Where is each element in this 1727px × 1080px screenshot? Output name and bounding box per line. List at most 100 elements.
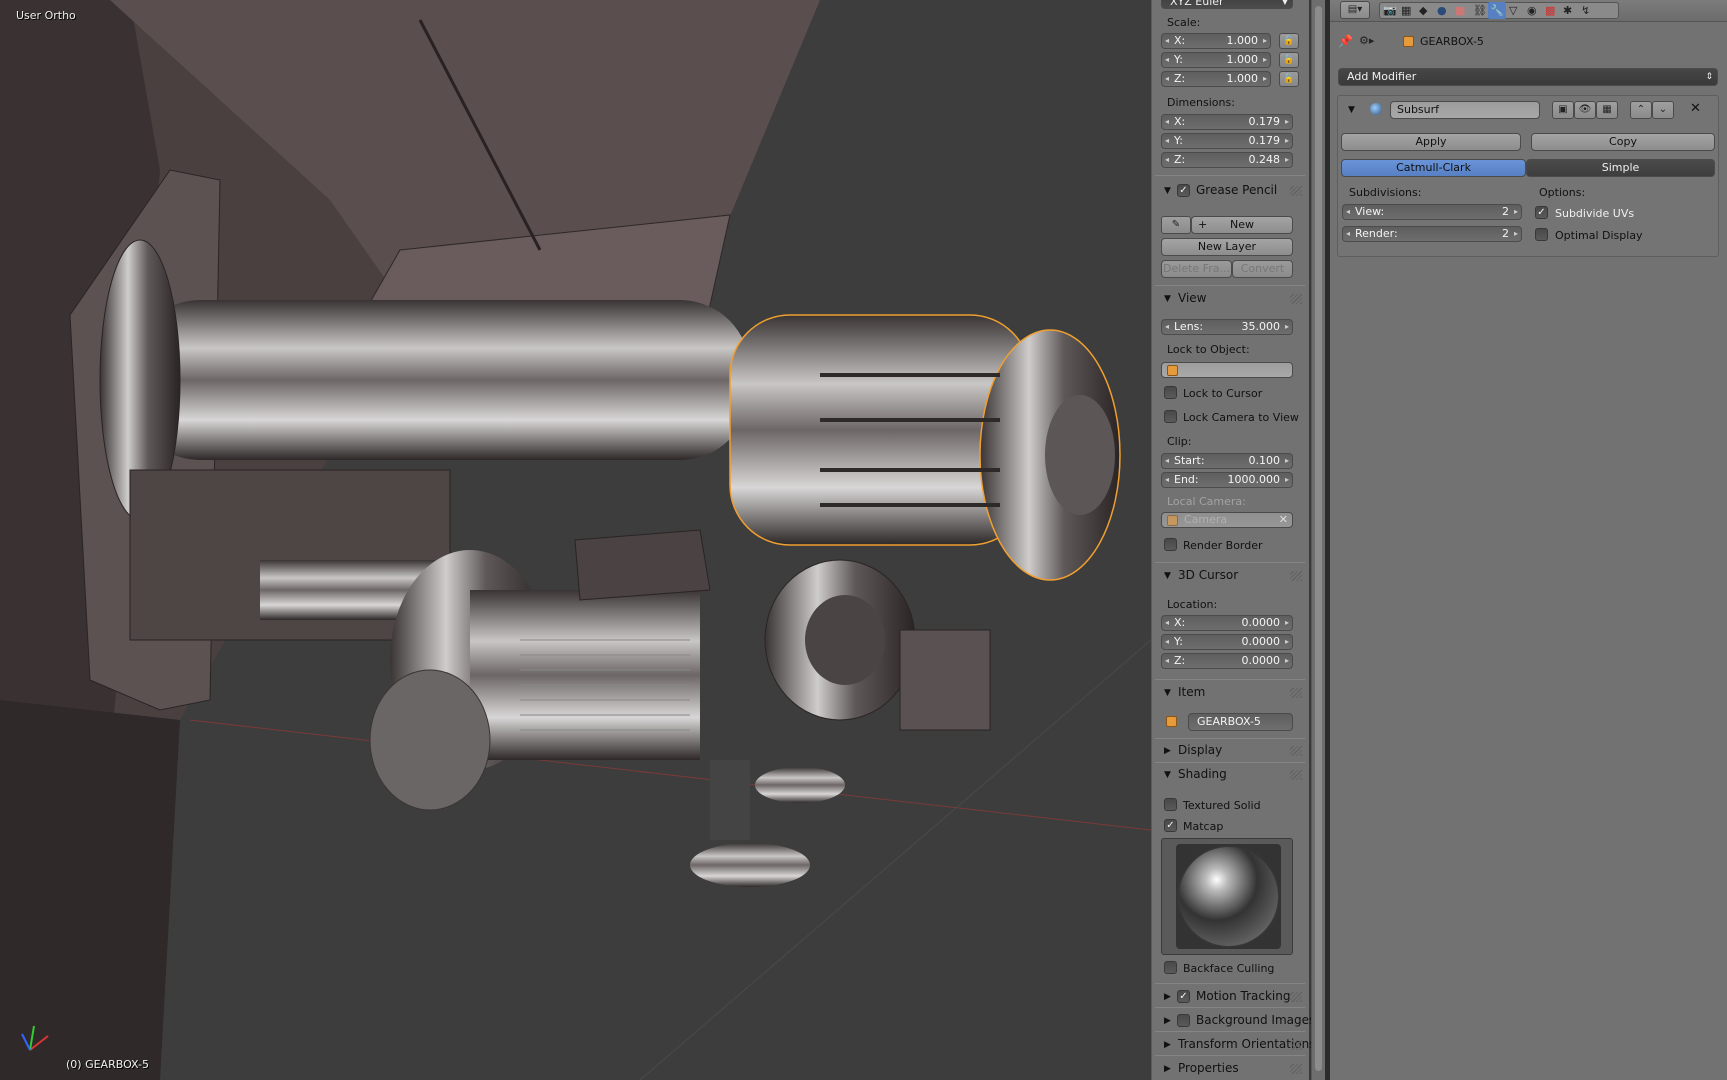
panel-expand-icon[interactable]: ▼ [1164,186,1171,196]
simple-toggle[interactable]: Simple [1526,159,1715,177]
render-border-checkbox[interactable] [1164,538,1177,551]
textured-solid-checkbox[interactable] [1164,798,1177,811]
motion-tracking-checkbox[interactable]: ✓ [1177,990,1190,1003]
panel-expand-icon[interactable]: ▼ [1164,688,1171,698]
grease-new-button[interactable]: + New [1191,216,1293,234]
render-layers-icon[interactable]: ▦ [1401,4,1411,17]
world-icon[interactable]: ● [1437,4,1447,17]
texture-icon[interactable]: ▩ [1545,4,1555,17]
panel-grip-icon[interactable] [1290,770,1302,780]
editor-type-icon[interactable]: ▤▾ [1340,1,1370,19]
panel-grip-icon[interactable] [1290,294,1302,304]
modifier-tab-icon[interactable]: 🔧 [1488,2,1506,19]
scale-z-field[interactable]: ◂ Z: 1.000 ▸ [1161,71,1271,87]
constraints-icon[interactable]: ⛓ [1473,4,1487,17]
panel-expand-icon[interactable]: ▼ [1164,770,1171,780]
field-label: X: [1174,616,1186,629]
panel-grip-icon[interactable] [1290,1040,1302,1050]
modifier-name-field[interactable]: Subsurf [1390,101,1540,119]
convert-button[interactable]: Convert [1232,260,1293,278]
dimensions-x-field[interactable]: ◂ X: 0.179 ▸ [1161,114,1293,130]
panel-expand-icon[interactable]: ▼ [1164,571,1171,581]
backface-culling-label: Backface Culling [1183,962,1275,975]
grease-pencil-checkbox[interactable]: ✓ [1177,184,1190,197]
subdivide-uvs-checkbox[interactable]: ✓ [1535,206,1548,219]
rotation-mode-dropdown[interactable]: XYZ Euler ▼ [1161,0,1293,9]
display-panel-header[interactable]: Display [1178,743,1222,757]
panel-collapse-icon[interactable]: ▶ [1164,746,1171,756]
field-label: View: [1355,205,1385,218]
matcap-checkbox[interactable]: ✓ [1164,819,1177,832]
modifier-expand-icon[interactable]: ▼ [1348,105,1355,115]
motion-tracking-header[interactable]: Motion Tracking [1196,989,1290,1003]
apply-button[interactable]: Apply [1341,133,1521,151]
copy-button[interactable]: Copy [1531,133,1715,151]
dimensions-z-field[interactable]: ◂ Z: 0.248 ▸ [1161,152,1293,168]
move-down-icon[interactable]: ⌄ [1652,101,1674,119]
panel-grip-icon[interactable] [1290,571,1302,581]
viewport-toggle-icon[interactable]: 👁 [1574,101,1596,119]
background-images-header[interactable]: Background Images [1196,1013,1315,1027]
panel-grip-icon[interactable] [1290,186,1302,196]
field-label: Y: [1174,134,1183,147]
cursor-x-field[interactable]: ◂ X: 0.0000 ▸ [1161,615,1293,631]
lock-scale-z-icon[interactable]: 🔓 [1279,71,1299,87]
scene-icon[interactable]: ◆ [1419,4,1427,17]
physics-icon[interactable]: ↯ [1581,4,1590,17]
clip-start-field[interactable]: ◂ Start: 0.100 ▸ [1161,453,1293,469]
delete-frame-button[interactable]: Delete Fra... [1161,260,1232,278]
panel-collapse-icon[interactable]: ▶ [1164,1016,1171,1026]
matcap-preview[interactable] [1161,838,1293,955]
editmode-toggle-icon[interactable]: ▦ [1596,101,1618,119]
divider [1155,679,1305,680]
lock-scale-x-icon[interactable]: 🔓 [1279,33,1299,49]
panel-expand-icon[interactable]: ▼ [1164,294,1171,304]
scale-y-field[interactable]: ◂ Y: 1.000 ▸ [1161,52,1271,68]
panel-grip-icon[interactable] [1290,992,1302,1002]
local-camera-field[interactable]: Camera ✕ [1161,512,1293,528]
panel-grip-icon[interactable] [1290,1064,1302,1074]
panel-collapse-icon[interactable]: ▶ [1164,1040,1171,1050]
3d-viewport[interactable]: User Ortho (0) GEARBOX-5 [0,0,1151,1080]
panel-grip-icon[interactable] [1290,688,1302,698]
lock-scale-y-icon[interactable]: 🔓 [1279,52,1299,68]
clear-icon[interactable]: ✕ [1279,513,1288,527]
render-icon[interactable]: 📷 [1383,4,1397,17]
field-label: Z: [1174,72,1186,85]
cursor-z-field[interactable]: ◂ Z: 0.0000 ▸ [1161,653,1293,669]
panel-collapse-icon[interactable]: ▶ [1164,992,1171,1002]
item-name-field[interactable]: GEARBOX-5 [1188,713,1293,731]
background-images-checkbox[interactable] [1177,1014,1190,1027]
dimensions-y-field[interactable]: ◂ Y: 0.179 ▸ [1161,133,1293,149]
properties-header[interactable]: Properties [1178,1061,1239,1075]
material-icon[interactable]: ◉ [1527,4,1537,17]
lock-object-field[interactable] [1161,362,1293,378]
backface-culling-checkbox[interactable] [1164,961,1177,974]
add-modifier-dropdown[interactable]: Add Modifier ⇕ [1338,68,1718,86]
view-levels-field[interactable]: ◂ View: 2 ▸ [1342,204,1522,220]
render-levels-field[interactable]: ◂ Render: 2 ▸ [1342,226,1522,242]
active-object-label: (0) GEARBOX-5 [66,1058,149,1071]
object-tab-icon[interactable]: ■ [1455,4,1465,17]
lens-field[interactable]: ◂ Lens: 35.000 ▸ [1161,319,1293,335]
npanel-scrollbar[interactable] [1311,0,1325,1080]
data-icon[interactable]: ▽ [1509,4,1517,17]
panel-collapse-icon[interactable]: ▶ [1164,1064,1171,1074]
panel-grip-icon[interactable] [1290,746,1302,756]
optimal-display-checkbox[interactable] [1535,228,1548,241]
pin-icon[interactable]: 📌 [1338,34,1353,48]
scale-x-field[interactable]: ◂ X: 1.000 ▸ [1161,33,1271,49]
new-layer-button[interactable]: New Layer [1161,238,1293,256]
catmull-clark-toggle[interactable]: Catmull-Clark [1341,159,1526,177]
cursor-panel-header: 3D Cursor [1178,568,1239,582]
move-up-icon[interactable]: ⌃ [1630,101,1652,119]
render-toggle-icon[interactable]: ▣ [1552,101,1574,119]
cursor-y-field[interactable]: ◂ Y: 0.0000 ▸ [1161,634,1293,650]
lock-to-cursor-checkbox[interactable] [1164,386,1177,399]
clip-end-field[interactable]: ◂ End: 1000.000 ▸ [1161,472,1293,488]
particles-icon[interactable]: ✱ [1563,4,1572,17]
remove-modifier-icon[interactable]: ✕ [1690,101,1701,116]
scrollbar-thumb[interactable] [1315,6,1322,1071]
pencil-icon[interactable]: ✎ [1161,216,1191,234]
lock-camera-checkbox[interactable] [1164,410,1177,423]
